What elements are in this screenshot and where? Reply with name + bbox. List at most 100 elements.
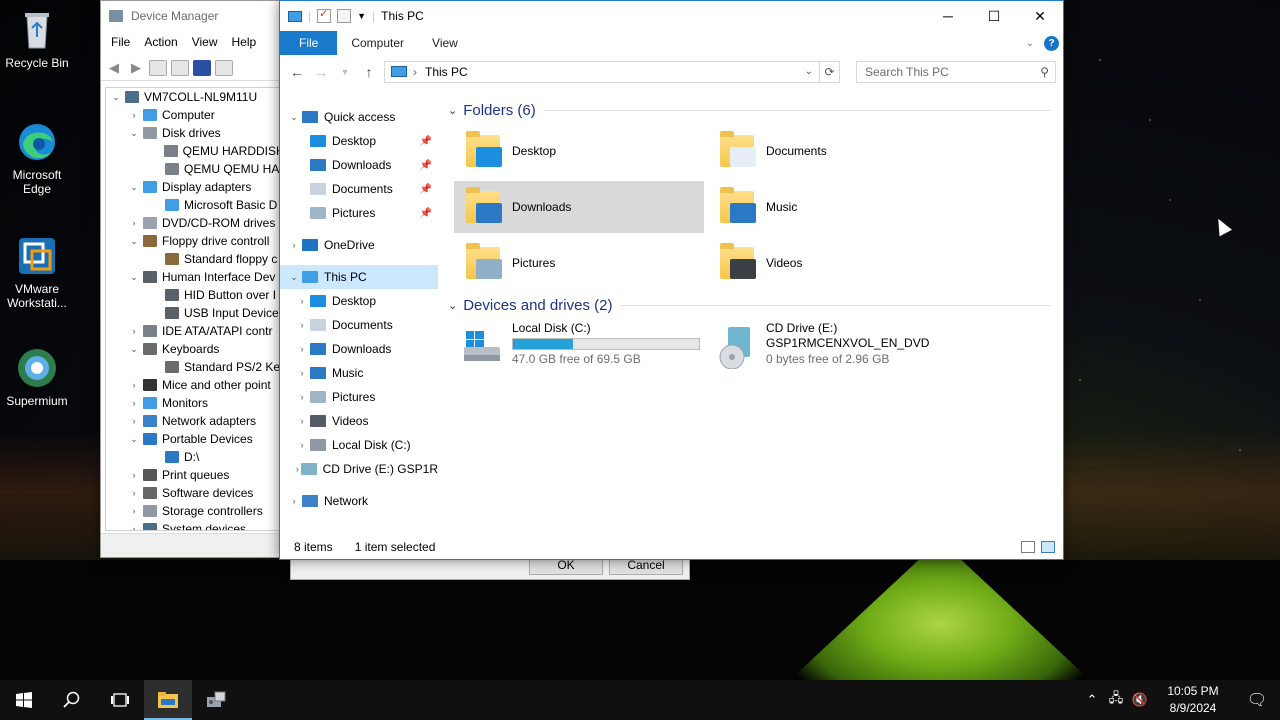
taskbar-device-manager[interactable]: [192, 680, 240, 720]
collapsed-chevron-icon[interactable]: ›: [286, 240, 302, 250]
nav-item[interactable]: › Local Disk (C:): [280, 433, 438, 457]
desktop-icon-supermium[interactable]: Supermium: [4, 346, 70, 408]
desktop-icon-vmware[interactable]: VMware Workstati...: [4, 234, 70, 310]
collapsed-chevron-icon[interactable]: ›: [128, 416, 140, 426]
forward-arrow-icon[interactable]: →: [312, 64, 330, 80]
nav-item[interactable]: › Videos: [280, 409, 438, 433]
device-tree[interactable]: ⌄ VM7COLL-NL9M11U › Computer ⌄ Disk drives QEM…: [105, 87, 285, 531]
help-book-icon[interactable]: [193, 59, 211, 76]
collapsed-chevron-icon[interactable]: ›: [294, 296, 310, 306]
device-manager-window[interactable]: Device Manager File Action View Help ◀ ▶…: [100, 0, 290, 558]
nav-item[interactable]: ⌄ This PC: [280, 265, 438, 289]
address-bar[interactable]: › This PC ⌄ ⟳: [384, 60, 840, 83]
menu-action[interactable]: Action: [144, 35, 177, 51]
device-tree-item[interactable]: ⌄ Disk drives: [106, 124, 284, 142]
drives-group-header[interactable]: ⌄ Devices and drives (2): [442, 294, 1057, 316]
list-view-icon[interactable]: [171, 59, 189, 76]
device-tree-item[interactable]: ⌄ Human Interface Dev: [106, 268, 284, 286]
folder-tile[interactable]: Desktop: [454, 125, 704, 177]
collapsed-chevron-icon[interactable]: ›: [128, 110, 140, 120]
device-tree-item[interactable]: ⌄ VM7COLL-NL9M11U: [106, 88, 284, 106]
close-button[interactable]: ✕: [1017, 1, 1063, 31]
address-dropdown-chevron-icon[interactable]: ⌄: [805, 62, 813, 82]
nav-item[interactable]: › Desktop: [280, 289, 438, 313]
expand-chevron-icon[interactable]: ⌄: [128, 128, 140, 139]
desktop-icon-recycle-bin[interactable]: Recycle Bin: [4, 8, 70, 70]
folder-tile[interactable]: Documents: [708, 125, 958, 177]
device-tree-item[interactable]: › System devices: [106, 520, 284, 530]
menu-file[interactable]: File: [111, 35, 130, 51]
navigation-pane[interactable]: ⌄ Quick access Desktop 📌 Downloads 📌 Documents…: [280, 99, 438, 519]
nav-item[interactable]: Desktop 📌: [280, 129, 438, 153]
collapsed-chevron-icon[interactable]: ›: [294, 344, 310, 354]
device-tree-item[interactable]: › IDE ATA/ATAPI contr: [106, 322, 284, 340]
device-tree-item[interactable]: ⌄ Portable Devices: [106, 430, 284, 448]
details-view-icon[interactable]: [1021, 541, 1035, 553]
properties-check-icon[interactable]: ✓: [317, 8, 332, 23]
properties-icon[interactable]: [149, 59, 167, 76]
expand-chevron-icon[interactable]: ⌄: [128, 344, 140, 355]
nav-item[interactable]: › Network: [280, 489, 438, 513]
show-hidden-icons-chevron-icon[interactable]: ⌃: [1080, 692, 1104, 708]
nav-item[interactable]: › OneDrive: [280, 233, 438, 257]
collapse-chevron-icon[interactable]: ⌄: [448, 104, 457, 117]
refresh-icon[interactable]: ⟳: [819, 61, 839, 82]
scan-hardware-icon[interactable]: [215, 59, 233, 76]
nav-item[interactable]: Downloads 📌: [280, 153, 438, 177]
task-view-button[interactable]: [96, 680, 144, 720]
folder-tile[interactable]: Videos: [708, 237, 958, 289]
device-tree-item[interactable]: ⌄ Floppy drive controll: [106, 232, 284, 250]
nav-item[interactable]: › Music: [280, 361, 438, 385]
device-tree-item[interactable]: › Network adapters: [106, 412, 284, 430]
collapsed-chevron-icon[interactable]: ›: [294, 392, 310, 402]
device-tree-item[interactable]: › Computer: [106, 106, 284, 124]
device-tree-item[interactable]: HID Button over I: [106, 286, 284, 304]
collapsed-chevron-icon[interactable]: ›: [128, 326, 140, 336]
collapsed-chevron-icon[interactable]: ›: [128, 488, 140, 498]
device-tree-item[interactable]: › Monitors: [106, 394, 284, 412]
folder-tile[interactable]: Music: [708, 181, 958, 233]
tab-view[interactable]: View: [418, 31, 472, 55]
back-arrow-icon[interactable]: ◀: [105, 60, 123, 76]
maximize-button[interactable]: ☐: [971, 1, 1017, 31]
device-tree-item[interactable]: › Mice and other point: [106, 376, 284, 394]
collapsed-chevron-icon[interactable]: ›: [128, 398, 140, 408]
breadcrumb-separator-icon[interactable]: ›: [413, 65, 417, 79]
explorer-titlebar[interactable]: | ✓ ▼ | This PC ─ ☐ ✕: [280, 1, 1063, 31]
collapsed-chevron-icon[interactable]: ›: [294, 320, 310, 330]
up-arrow-icon[interactable]: ↑: [360, 64, 378, 80]
nav-item[interactable]: Pictures 📌: [280, 201, 438, 225]
nav-item[interactable]: › Pictures: [280, 385, 438, 409]
file-explorer-window[interactable]: | ✓ ▼ | This PC ─ ☐ ✕ File Computer View…: [279, 0, 1064, 560]
taskbar-clock[interactable]: 10:05 PM 8/9/2024: [1152, 683, 1234, 717]
device-tree-item[interactable]: Standard PS/2 Ke: [106, 358, 284, 376]
menu-view[interactable]: View: [192, 35, 218, 51]
collapse-chevron-icon[interactable]: ⌄: [448, 299, 457, 312]
device-tree-item[interactable]: ⌄ Display adapters: [106, 178, 284, 196]
collapsed-chevron-icon[interactable]: ›: [294, 416, 310, 426]
search-button[interactable]: [48, 680, 96, 720]
expand-chevron-icon[interactable]: ⌄: [128, 236, 140, 247]
expand-chevron-icon[interactable]: ⌄: [128, 272, 140, 283]
large-icons-view-icon[interactable]: [1041, 541, 1055, 553]
forward-arrow-icon[interactable]: ▶: [127, 60, 145, 76]
device-tree-item[interactable]: USB Input Device: [106, 304, 284, 322]
expand-chevron-icon[interactable]: ⌄: [286, 112, 302, 123]
taskbar-file-explorer[interactable]: [144, 680, 192, 720]
menu-help[interactable]: Help: [232, 35, 257, 51]
nav-item[interactable]: › CD Drive (E:) GSP1R: [280, 457, 438, 481]
device-tree-item[interactable]: › DVD/CD-ROM drives: [106, 214, 284, 232]
drive-local-disk-c[interactable]: Local Disk (C:) 47.0 GB free of 69.5 GB: [456, 321, 706, 371]
start-button[interactable]: [0, 680, 48, 720]
content-pane[interactable]: ⌄ Folders (6) Desktop Documents Downloads M…: [442, 99, 1057, 519]
expand-chevron-icon[interactable]: ⌄: [128, 434, 140, 445]
help-icon[interactable]: ?: [1044, 35, 1059, 51]
nav-item[interactable]: › Downloads: [280, 337, 438, 361]
expand-ribbon-chevron-icon[interactable]: ⌄: [1026, 38, 1034, 49]
collapsed-chevron-icon[interactable]: ›: [128, 506, 140, 516]
network-icon[interactable]: 🖧: [1104, 689, 1128, 711]
device-tree-item[interactable]: › Print queues: [106, 466, 284, 484]
folder-tile[interactable]: Pictures: [454, 237, 704, 289]
breadcrumb-this-pc[interactable]: This PC: [425, 65, 468, 79]
expand-chevron-icon[interactable]: ⌄: [110, 92, 122, 103]
